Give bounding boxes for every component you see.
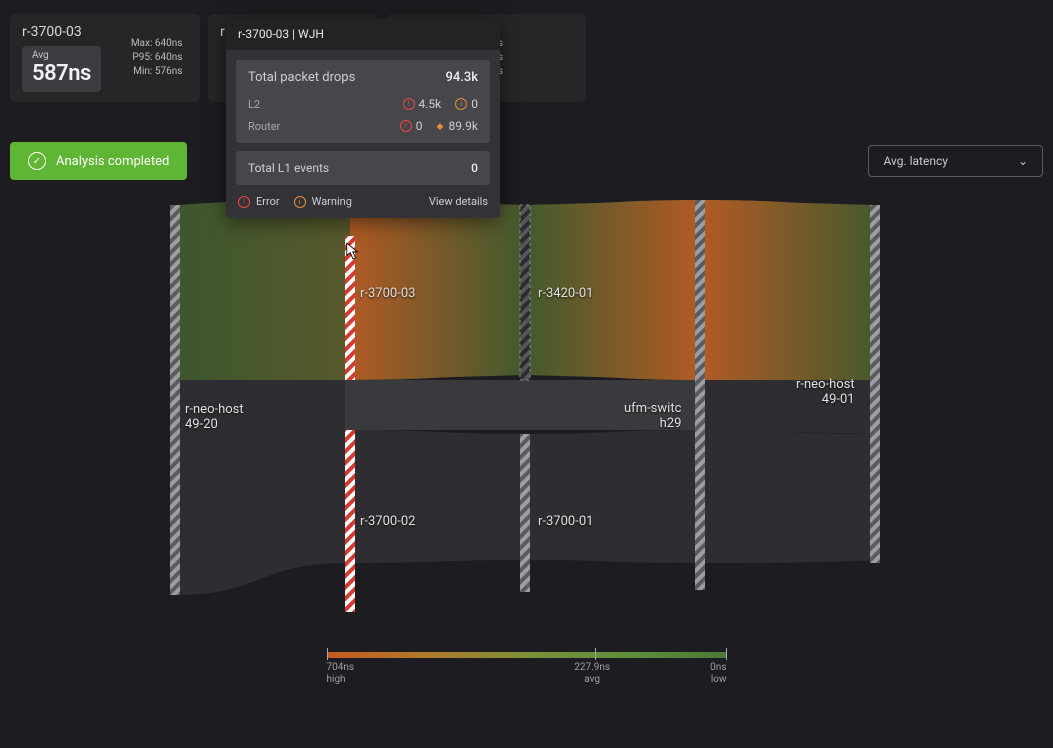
max: Max: 640ns <box>131 37 183 51</box>
cards-row: r-3700-03 Avg 587ns Max: 640ns P95: 640n… <box>0 0 1053 102</box>
p95: P95: 640ns <box>131 51 183 65</box>
warning-icon: ◆ <box>437 122 445 130</box>
error-icon: ! <box>238 196 250 208</box>
l2-err: 4.5k <box>419 97 442 111</box>
tooltip-title: r-3700-03 | WJH <box>226 18 500 50</box>
legend-error: Error <box>256 195 280 208</box>
l1-label: Total L1 events <box>248 161 329 175</box>
total-drops-label: Total packet drops <box>248 70 355 85</box>
legend-warning: Warning <box>312 195 352 208</box>
avg-badge: Avg 587ns <box>22 46 101 92</box>
l1-events-block: Total L1 events 0 <box>236 151 490 185</box>
min: Min: 576ns <box>131 65 183 79</box>
packet-drops-block: Total packet drops 94.3k L2 !4.5k i0 Rou… <box>236 60 490 143</box>
row-label: L2 <box>248 98 260 111</box>
latency-legend: 704nshigh 227.9nsavg 0nslow <box>327 652 727 686</box>
total-drops-value: 94.3k <box>445 70 478 85</box>
legend-high-val: 704ns <box>327 662 355 673</box>
view-details-link[interactable]: View details <box>429 195 488 208</box>
warning-icon: i <box>455 98 467 110</box>
error-icon: ! <box>403 98 415 110</box>
legend-low-label: low <box>711 674 727 685</box>
l1-value: 0 <box>471 161 478 175</box>
legend-avg-val: 227.9ns <box>574 662 610 673</box>
avg-label: Avg <box>32 50 91 61</box>
l2-warn: 0 <box>471 97 478 111</box>
row-label: Router <box>248 120 280 133</box>
error-icon: ! <box>400 120 412 132</box>
card-stats: Max: 640ns P95: 640ns Min: 576ns <box>131 37 183 79</box>
metric-selector[interactable]: Avg. latency ⌄ <box>868 145 1043 177</box>
status-label: Analysis completed <box>56 154 169 169</box>
analysis-status: ✓ Analysis completed <box>10 142 187 180</box>
selector-label: Avg. latency <box>883 154 947 168</box>
legend-high-label: high <box>327 674 346 685</box>
card-0[interactable]: r-3700-03 Avg 587ns Max: 640ns P95: 640n… <box>10 14 200 102</box>
legend-low-val: 0ns <box>710 662 726 673</box>
card-title: r-3700-03 <box>22 24 101 40</box>
warning-icon: i <box>294 196 306 208</box>
check-icon: ✓ <box>28 152 46 170</box>
legend-avg-label: avg <box>584 674 600 685</box>
avg-value: 587ns <box>32 61 91 86</box>
router-warn: 89.9k <box>449 119 478 133</box>
wjh-tooltip: r-3700-03 | WJH Total packet drops 94.3k… <box>226 18 500 218</box>
chevron-down-icon: ⌄ <box>1018 154 1028 168</box>
sankey-chart[interactable]: r-neo-host49-20 r-3700-03 r-3420-01 ufm-… <box>0 200 1053 620</box>
router-err: 0 <box>416 119 423 133</box>
